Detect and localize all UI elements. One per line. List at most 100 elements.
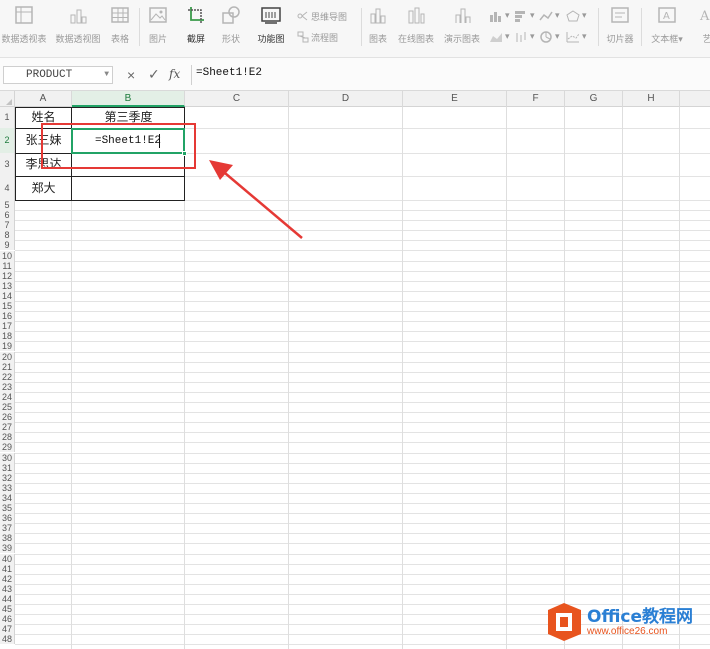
column-header-f[interactable]: F: [507, 91, 565, 107]
row-header[interactable]: 42: [0, 573, 15, 584]
radar-chart-icon: [566, 10, 580, 22]
row-header[interactable]: 8: [0, 230, 15, 241]
shapes-label: 形状: [221, 35, 240, 45]
row-header[interactable]: 11: [0, 260, 15, 271]
row-header[interactable]: 15: [0, 301, 15, 312]
row-header[interactable]: 48: [0, 634, 15, 645]
row-header[interactable]: 10: [0, 250, 15, 261]
row-header[interactable]: 21: [0, 361, 15, 372]
row-header[interactable]: 29: [0, 442, 15, 453]
online-chart-button[interactable]: 在线图表: [394, 4, 438, 50]
combo-chart-dropdown[interactable]: ▾: [566, 29, 587, 45]
ribbon-toolbar: 数据透视表 数据透视图 表格 图片 截屏 形状 功能图 思维导图 流程图 图表 …: [0, 0, 710, 58]
row-header[interactable]: 7: [0, 220, 15, 231]
row-header[interactable]: 44: [0, 593, 15, 604]
row-header[interactable]: 20: [0, 351, 15, 362]
row-header[interactable]: 9: [0, 240, 15, 251]
table-button[interactable]: 表格: [104, 4, 136, 50]
insert-function-icon[interactable]: fx: [169, 67, 180, 81]
table-border: [15, 107, 16, 201]
row-header[interactable]: 13: [0, 280, 15, 291]
row-header[interactable]: 25: [0, 402, 15, 413]
row-header[interactable]: 47: [0, 624, 15, 635]
chart-button[interactable]: 图表: [364, 4, 392, 50]
column-header-g[interactable]: G: [565, 91, 623, 107]
column-chart-dropdown[interactable]: ▾: [489, 8, 510, 24]
mind-map-button[interactable]: 思维导图: [297, 8, 347, 24]
name-box[interactable]: PRODUCT ▼: [3, 66, 113, 84]
column-header-a[interactable]: A: [15, 91, 72, 107]
chevron-down-icon: ▾: [582, 32, 587, 42]
function-chart-button[interactable]: 功能图: [250, 4, 292, 50]
row-gridline: [15, 372, 710, 373]
cancel-icon[interactable]: ×: [127, 67, 135, 83]
row-header[interactable]: 19: [0, 341, 15, 352]
column-header-e[interactable]: E: [403, 91, 507, 107]
row-header[interactable]: 39: [0, 543, 15, 554]
row-header[interactable]: 38: [0, 533, 15, 544]
row-header[interactable]: 6: [0, 210, 15, 221]
row-header[interactable]: 34: [0, 492, 15, 503]
row-gridline: [15, 230, 710, 231]
pivot-table-button[interactable]: 数据透视表: [0, 4, 48, 50]
column-header-d[interactable]: D: [289, 91, 403, 107]
shapes-button[interactable]: 形状: [214, 4, 248, 50]
row-header[interactable]: 41: [0, 563, 15, 574]
demo-chart-button[interactable]: 演示图表: [440, 4, 484, 50]
scatter-chart-dropdown[interactable]: ▾: [489, 29, 510, 45]
row-header[interactable]: 24: [0, 391, 15, 402]
row-header[interactable]: 22: [0, 371, 15, 382]
column-gridline: [564, 107, 565, 649]
line-chart-dropdown[interactable]: ▾: [539, 8, 560, 24]
row-gridline: [15, 220, 710, 221]
row-header[interactable]: 1: [0, 107, 15, 128]
pivot-chart-button[interactable]: 数据透视图: [52, 4, 104, 50]
row-header[interactable]: 23: [0, 381, 15, 392]
stock-chart-dropdown[interactable]: ▾: [514, 29, 535, 45]
column-header-h[interactable]: H: [623, 91, 680, 107]
flowchart-button[interactable]: 流程图: [297, 29, 338, 45]
row-header[interactable]: 26: [0, 412, 15, 423]
confirm-icon[interactable]: ✓: [148, 66, 160, 83]
screenshot-button[interactable]: 截屏: [178, 4, 214, 50]
textbox-button[interactable]: A 文本框▾: [646, 4, 688, 50]
shapes-icon: [220, 4, 242, 26]
select-all-corner[interactable]: [0, 91, 15, 107]
row-header[interactable]: 3: [0, 153, 15, 176]
row-header[interactable]: 30: [0, 452, 15, 463]
row-header[interactable]: 40: [0, 553, 15, 564]
formula-input[interactable]: =Sheet1!E2: [196, 67, 262, 79]
row-header[interactable]: 5: [0, 200, 15, 211]
radar-chart-dropdown[interactable]: ▾: [566, 8, 587, 24]
row-header[interactable]: 18: [0, 331, 15, 342]
picture-button[interactable]: 图片: [142, 4, 174, 50]
row-header[interactable]: 37: [0, 523, 15, 534]
row-header[interactable]: 14: [0, 290, 15, 301]
column-header-c[interactable]: C: [185, 91, 289, 107]
pie-chart-dropdown[interactable]: ▾: [539, 29, 560, 45]
cell-a4[interactable]: 郑大: [15, 176, 72, 200]
row-header[interactable]: 35: [0, 503, 15, 514]
row-header[interactable]: 31: [0, 462, 15, 473]
chevron-down-icon[interactable]: ▼: [104, 70, 109, 79]
flowchart-label: 流程图: [311, 33, 339, 44]
row-header[interactable]: 28: [0, 432, 15, 443]
row-header[interactable]: 27: [0, 422, 15, 433]
bar-chart-dropdown[interactable]: ▾: [514, 8, 535, 24]
row-header[interactable]: 2: [0, 128, 15, 153]
row-header[interactable]: 45: [0, 604, 15, 615]
row-header[interactable]: 46: [0, 614, 15, 625]
row-header[interactable]: 33: [0, 482, 15, 493]
row-header[interactable]: 4: [0, 176, 15, 200]
row-header[interactable]: 16: [0, 311, 15, 322]
row-gridline: [15, 271, 710, 272]
row-header[interactable]: 32: [0, 472, 15, 483]
row-gridline: [15, 240, 710, 241]
row-header[interactable]: 43: [0, 583, 15, 594]
row-header[interactable]: 36: [0, 513, 15, 524]
row-header[interactable]: 12: [0, 270, 15, 281]
slicer-button[interactable]: 切片器: [602, 4, 638, 50]
column-header-b[interactable]: B: [72, 91, 185, 107]
wordart-button[interactable]: A 艺: [692, 4, 710, 50]
row-header[interactable]: 17: [0, 321, 15, 332]
